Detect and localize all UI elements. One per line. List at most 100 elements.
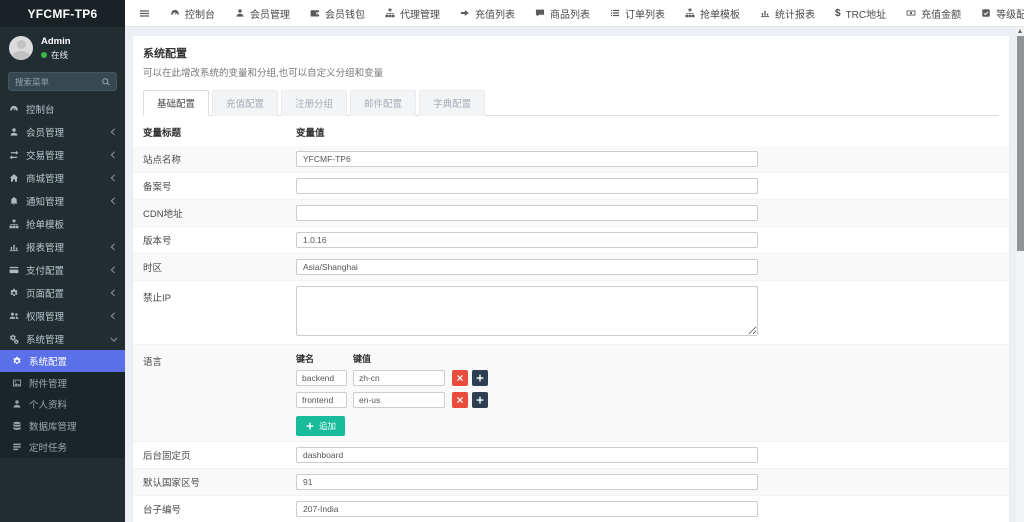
image-icon	[12, 378, 22, 388]
sidebar: Admin 在线 控制台 会员管理 交易管理 商城管理 通知管理 抢单模板 报表…	[0, 27, 125, 522]
language-key-input[interactable]	[296, 392, 347, 408]
chevron-left-icon	[111, 313, 117, 319]
app-logo[interactable]: YFCMF-TP6	[0, 0, 125, 27]
topnav-item-label: 订单列表	[625, 6, 665, 21]
close-icon	[455, 373, 465, 383]
chevron-left-icon	[111, 267, 117, 273]
bar-chart-icon	[760, 8, 770, 18]
sidebar-item-cron[interactable]: 定时任务	[0, 436, 125, 458]
topnav-item-recharge-amount[interactable]: 充值金额	[896, 0, 971, 27]
user-icon	[235, 8, 245, 18]
page-title: 系统配置	[143, 45, 999, 61]
database-icon	[12, 421, 22, 431]
sidebar-toggle-button[interactable]	[129, 0, 160, 27]
chevron-left-icon	[111, 290, 117, 296]
site-name-input[interactable]	[296, 151, 758, 167]
sidebar-item-database[interactable]: 数据库管理	[0, 415, 125, 437]
version-input[interactable]	[296, 232, 758, 248]
tab-basic-config[interactable]: 基础配置	[143, 90, 209, 116]
sidebar-item-notifications[interactable]: 通知管理	[0, 189, 125, 212]
sidebar-item-system[interactable]: 系统管理	[0, 327, 125, 350]
add-pair-button[interactable]	[472, 392, 488, 408]
table-row: 备案号	[133, 173, 1009, 200]
tab-register-group[interactable]: 注册分组	[281, 90, 347, 116]
language-value-input[interactable]	[353, 370, 445, 386]
search-icon	[101, 77, 111, 87]
plus-icon	[475, 373, 485, 383]
dollar-icon: $	[835, 8, 841, 19]
topnav-item-trc-address[interactable]: $TRC地址	[825, 0, 896, 27]
topnav-item-dashboard[interactable]: 控制台	[160, 0, 225, 27]
sidebar-item-mall[interactable]: 商城管理	[0, 166, 125, 189]
sidebar-item-permissions[interactable]: 权限管理	[0, 304, 125, 327]
chevron-left-icon	[111, 198, 117, 204]
language-value-input[interactable]	[353, 392, 445, 408]
app: YFCMF-TP6 控制台 会员管理 会员钱包 代理管理 充值列表 商品列表 订…	[0, 0, 1024, 522]
language-key-input[interactable]	[296, 370, 347, 386]
tab-mail-config[interactable]: 邮件配置	[350, 90, 416, 116]
table-row: 台子编号	[133, 496, 1009, 522]
main-content: 系统配置 可以在此增改系统的变量和分组,也可以自定义分组和变量 基础配置 充值配…	[125, 27, 1016, 522]
backend-homepage-input[interactable]	[296, 447, 758, 463]
sidebar-item-members[interactable]: 会员管理	[0, 120, 125, 143]
exchange-icon	[9, 150, 19, 160]
topnav-item-label: 充值金额	[921, 6, 961, 21]
table-row: 禁止IP	[133, 281, 1009, 345]
sidebar-item-profile[interactable]: 个人资料	[0, 393, 125, 415]
icp-number-input[interactable]	[296, 178, 758, 194]
topnav-item-label: 会员钱包	[325, 6, 365, 21]
page-scrollbar[interactable]	[1016, 27, 1024, 522]
money-icon	[906, 8, 916, 18]
search-button[interactable]	[96, 73, 116, 90]
user-icon	[9, 127, 19, 137]
online-dot	[41, 52, 47, 58]
table-row: 默认国家区号	[133, 469, 1009, 496]
topnav-item-recharge-list[interactable]: 充值列表	[450, 0, 525, 27]
comment-icon	[535, 8, 545, 18]
chevron-down-icon	[111, 335, 117, 341]
sidebar-item-dashboard[interactable]: 控制台	[0, 97, 125, 120]
country-code-input[interactable]	[296, 474, 758, 490]
topnav-item-agents[interactable]: 代理管理	[375, 0, 450, 27]
topnav-item-reports[interactable]: 统计报表	[750, 0, 825, 27]
site-number-input[interactable]	[296, 501, 758, 517]
sitemap-icon	[685, 8, 695, 18]
language-subtable-header: 键名 键值	[296, 352, 999, 365]
table-row: 站点名称	[133, 146, 1009, 173]
sidebar-search	[8, 72, 117, 91]
remove-pair-button[interactable]	[452, 370, 468, 386]
topnav-item-orders[interactable]: 订单列表	[600, 0, 675, 27]
append-button[interactable]: 追加	[296, 416, 345, 436]
tab-dict-config[interactable]: 字典配置	[419, 90, 485, 116]
sign-in-icon	[460, 8, 470, 18]
topnav-item-level-config[interactable]: 等级配置	[971, 0, 1024, 27]
sidebar-item-payment-config[interactable]: 支付配置	[0, 258, 125, 281]
sitemap-icon	[9, 219, 19, 229]
scrollbar-up-arrow[interactable]	[1018, 29, 1022, 33]
scrollbar-thumb[interactable]	[1017, 36, 1024, 251]
sidebar-item-page-config[interactable]: 页面配置	[0, 281, 125, 304]
topnav-item-products[interactable]: 商品列表	[525, 0, 600, 27]
chevron-left-icon	[111, 152, 117, 158]
users-icon	[9, 311, 19, 321]
timezone-input[interactable]	[296, 259, 758, 275]
topnav-item-members[interactable]: 会员管理	[225, 0, 300, 27]
home-icon	[9, 173, 19, 183]
wallet-icon	[310, 8, 320, 18]
cdn-url-input[interactable]	[296, 205, 758, 221]
sidebar-item-system-config[interactable]: 系统配置	[0, 350, 125, 372]
sidebar-item-grab-template[interactable]: 抢单模板	[0, 212, 125, 235]
topnav-item-wallet[interactable]: 会员钱包	[300, 0, 375, 27]
sidebar-item-attachments[interactable]: 附件管理	[0, 372, 125, 394]
sidebar-item-reports[interactable]: 报表管理	[0, 235, 125, 258]
sidebar-item-transactions[interactable]: 交易管理	[0, 143, 125, 166]
gauge-icon	[9, 104, 19, 114]
topnav-item-grab-template[interactable]: 抢单模板	[675, 0, 750, 27]
tab-recharge-config[interactable]: 充值配置	[212, 90, 278, 116]
add-pair-button[interactable]	[472, 370, 488, 386]
search-input[interactable]	[9, 77, 96, 87]
topnav-item-label: 商品列表	[550, 6, 590, 21]
forbidden-ip-textarea[interactable]	[296, 286, 758, 336]
topnav-item-label: 控制台	[185, 6, 215, 21]
remove-pair-button[interactable]	[452, 392, 468, 408]
